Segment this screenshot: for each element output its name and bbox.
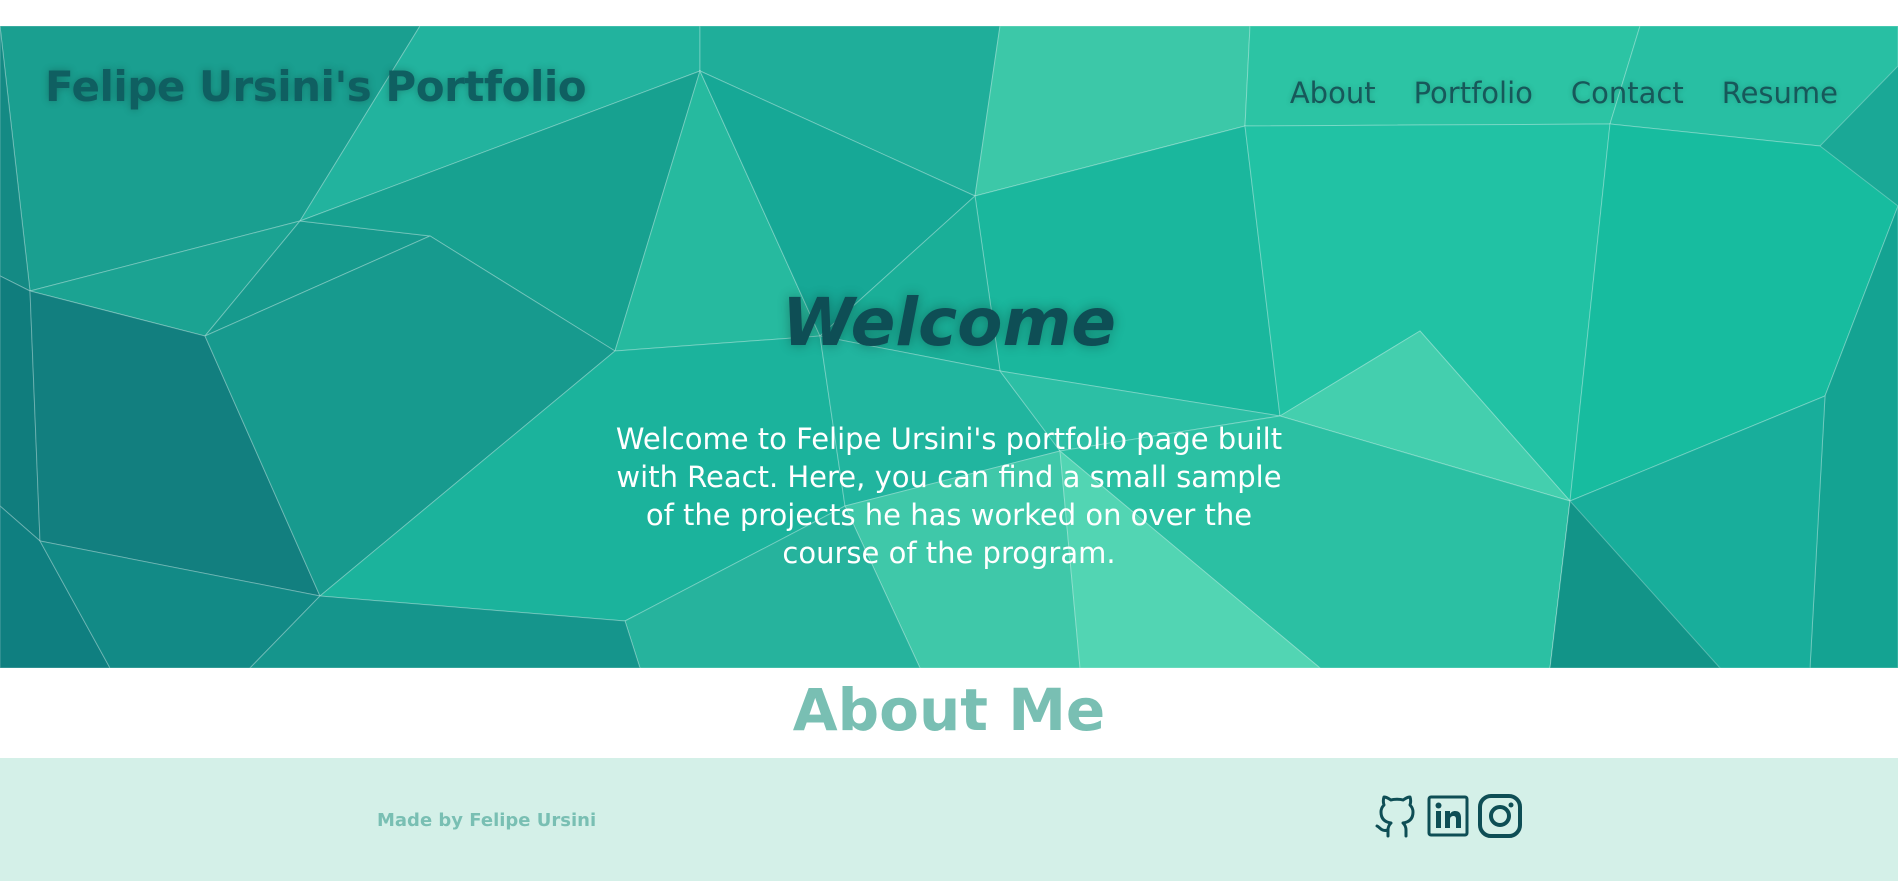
linkedin-icon bbox=[1427, 795, 1469, 837]
main-nav: About Portfolio Contact Resume bbox=[1290, 76, 1838, 110]
about-heading: About Me bbox=[792, 676, 1106, 744]
instagram-icon bbox=[1478, 794, 1522, 838]
github-icon bbox=[1375, 795, 1415, 838]
footer-credit: Made by Felipe Ursini bbox=[377, 810, 597, 831]
site-brand[interactable]: Felipe Ursini's Portfolio bbox=[45, 62, 587, 111]
instagram-link[interactable] bbox=[1477, 793, 1523, 839]
footer: Made by Felipe Ursini bbox=[0, 758, 1898, 881]
nav-resume-link[interactable]: Resume bbox=[1722, 76, 1838, 110]
github-link[interactable] bbox=[1375, 792, 1419, 840]
hero-section: Felipe Ursini's Portfolio About Portfoli… bbox=[0, 26, 1898, 668]
social-links bbox=[1375, 792, 1523, 840]
nav-contact-link[interactable]: Contact bbox=[1571, 76, 1684, 110]
hero-description: Welcome to Felipe Ursini's portfolio pag… bbox=[615, 422, 1283, 570]
linkedin-link[interactable] bbox=[1427, 795, 1469, 837]
hero-title: Welcome bbox=[782, 284, 1116, 361]
nav-portfolio-link[interactable]: Portfolio bbox=[1414, 76, 1533, 110]
top-strip bbox=[0, 0, 1898, 26]
nav-about-link[interactable]: About bbox=[1290, 76, 1376, 110]
